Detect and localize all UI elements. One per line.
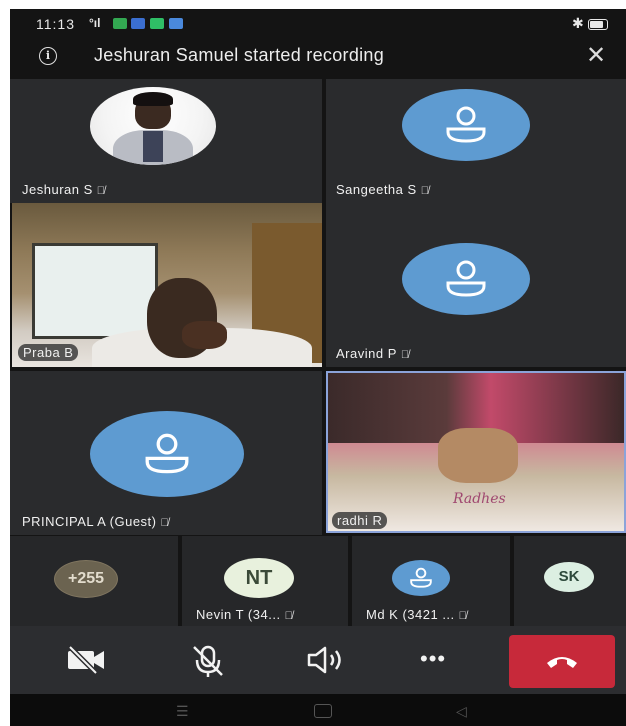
shirt-text: Radhes	[453, 491, 506, 507]
participant-tile[interactable]: Md K (3421 ... 🎙̸	[352, 536, 510, 626]
person-icon	[145, 433, 189, 474]
info-icon[interactable]: i	[39, 47, 57, 65]
call-controls-bar: •••	[10, 626, 626, 694]
avatar-initials: NT	[224, 558, 294, 598]
close-icon[interactable]: ✕	[586, 41, 606, 70]
hang-up-icon	[547, 657, 577, 668]
recents-icon[interactable]: ☰	[176, 703, 189, 720]
app-window: 11:13 °ıl ✱ i Jeshuran Samuel started re…	[10, 9, 626, 726]
participant-name: radhi R	[332, 512, 388, 529]
person-icon	[446, 106, 486, 143]
participant-video[interactable]: Praba B	[12, 203, 322, 367]
person-icon	[446, 260, 486, 297]
speaker-icon[interactable]	[306, 644, 348, 676]
person-icon	[410, 567, 432, 588]
avatar	[392, 560, 450, 596]
signal-icon: °ıl	[89, 16, 101, 30]
more-participants-count: +255	[54, 560, 118, 598]
participant-tile[interactable]: Sangeetha S 🎙̸	[326, 79, 626, 203]
recording-message: Jeshuran Samuel started recording	[94, 45, 385, 65]
mic-off-icon: 🎙̸	[96, 185, 106, 197]
mic-off-icon: 🎙̸	[160, 517, 170, 529]
avatar-initials: SK	[544, 562, 594, 592]
participant-name: Md K (3421 ... 🎙̸	[366, 607, 468, 622]
avatar	[402, 89, 530, 161]
participant-name: Sangeetha S 🎙̸	[336, 182, 430, 197]
status-time: 11:13	[36, 16, 75, 32]
bluetooth-icon: ✱	[572, 15, 584, 31]
participant-name: PRINCIPAL A (Guest) 🎙̸	[22, 514, 170, 529]
participant-name: Nevin T (34... 🎙̸	[196, 607, 294, 622]
mic-off-icon: 🎙̸	[400, 349, 410, 361]
notification-icon	[169, 18, 183, 29]
notification-icon	[150, 18, 164, 29]
participant-name: Praba B	[18, 344, 79, 361]
participant-name: Jeshuran S 🎙̸	[22, 182, 106, 197]
system-nav-bar: ☰ ◁	[10, 694, 626, 726]
participant-photo	[90, 87, 216, 165]
back-icon[interactable]: ◁	[456, 703, 467, 720]
participant-name: Aravind P 🎙̸	[336, 346, 410, 361]
mic-off-icon[interactable]	[188, 644, 228, 678]
overflow-tile[interactable]: +255	[10, 536, 178, 626]
camera-off-icon[interactable]	[66, 644, 108, 676]
status-bar: 11:13 °ıl ✱	[10, 9, 626, 37]
notification-icon	[131, 18, 145, 29]
participant-tile[interactable]: SK	[514, 536, 626, 626]
mic-off-icon: 🎙̸	[420, 185, 430, 197]
participant-tile[interactable]: Jeshuran S 🎙̸	[10, 79, 322, 203]
hang-up-button[interactable]	[509, 635, 615, 688]
more-options-icon[interactable]: •••	[420, 646, 446, 672]
participant-tile[interactable]: Aravind P 🎙̸	[326, 203, 626, 367]
recording-banner: i Jeshuran Samuel started recording ✕	[10, 37, 626, 79]
participant-video[interactable]: Radhes radhi R	[326, 371, 626, 533]
home-icon[interactable]	[314, 704, 332, 718]
notification-icon	[113, 18, 127, 29]
participant-tile[interactable]: NT Nevin T (34... 🎙̸	[182, 536, 348, 626]
mic-off-icon: 🎙̸	[284, 610, 294, 622]
avatar	[90, 411, 244, 497]
participant-tile[interactable]: PRINCIPAL A (Guest) 🎙̸	[10, 371, 322, 535]
avatar	[402, 243, 530, 315]
battery-icon	[588, 19, 608, 30]
mic-off-icon: 🎙̸	[458, 610, 468, 622]
